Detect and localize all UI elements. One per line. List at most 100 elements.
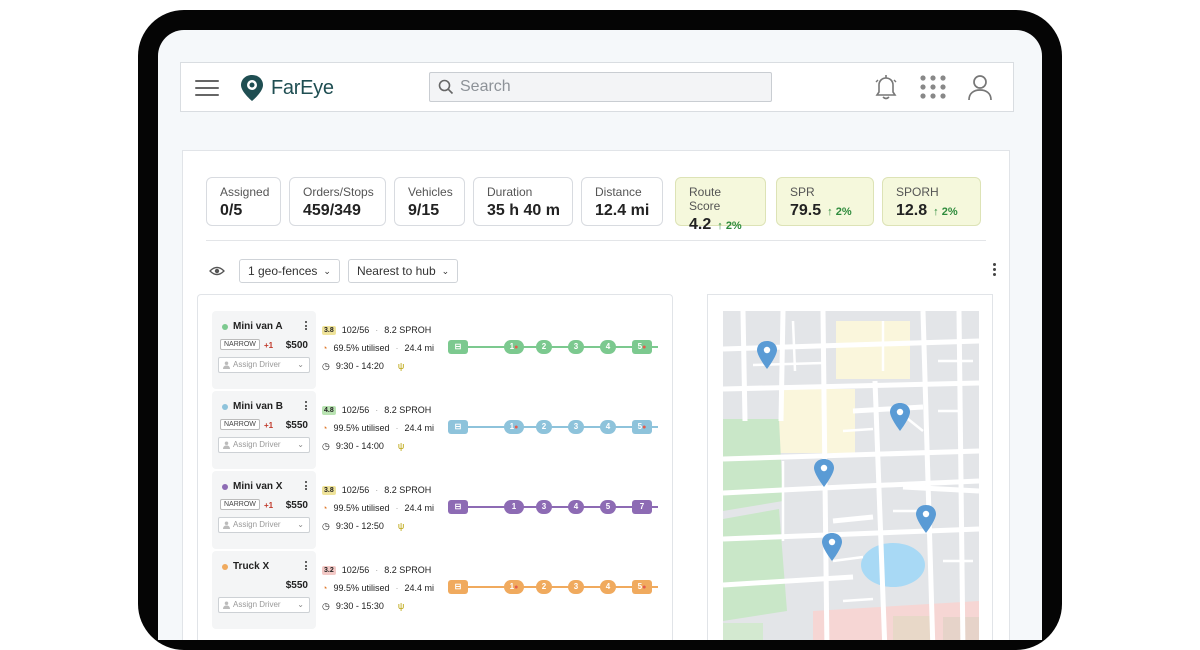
stat-label: Duration: [487, 185, 533, 199]
routes-list: Mini van A NARROW +1 $500 Assign Driver ⌄ 3.8 1…: [197, 294, 673, 640]
route-row[interactable]: Mini van B NARROW +1 $550 Assign Driver ⌄ 4.8 1…: [198, 391, 674, 469]
stop-node[interactable]: 3: [568, 340, 584, 354]
vehicle-card[interactable]: Mini van B NARROW +1 $550 Assign Driver ⌄: [212, 391, 316, 469]
user-icon: [223, 601, 230, 609]
route-timeline[interactable]: ⊟ 1● 2 3 4 5●: [448, 577, 658, 597]
user-profile-icon[interactable]: [967, 73, 993, 101]
clock-icon: ◷: [322, 520, 330, 531]
stop-node[interactable]: 2: [536, 420, 552, 434]
map-canvas[interactable]: [723, 311, 979, 640]
route-timeline[interactable]: ⊟ 1 3 4 5 7: [448, 497, 658, 517]
vehicle-card[interactable]: Mini van A NARROW +1 $500 Assign Driver ⌄: [212, 311, 316, 389]
stop-node[interactable]: 4: [568, 500, 584, 514]
assign-driver-placeholder: Assign Driver: [233, 360, 281, 369]
more-options-icon[interactable]: [993, 263, 997, 278]
utilisation-icon: ◔: [322, 583, 328, 593]
vehicle-card[interactable]: Truck X $550 Assign Driver ⌄: [212, 551, 316, 629]
route-row[interactable]: Mini van A NARROW +1 $500 Assign Driver ⌄ 3.8 1…: [198, 311, 674, 389]
eye-icon[interactable]: [209, 265, 225, 277]
stop-node[interactable]: 3: [536, 500, 552, 514]
route-timeline[interactable]: ⊟ 1● 2 3 4 5●: [448, 417, 658, 437]
assign-driver-select[interactable]: Assign Driver ⌄: [218, 597, 310, 613]
vehicle-color-dot: [222, 483, 228, 490]
vehicle-name: Mini van B: [233, 401, 284, 412]
stop-node[interactable]: 1●: [504, 340, 524, 354]
chevron-down-icon: ⌄: [297, 600, 304, 609]
vehicle-start-icon[interactable]: ⊟: [448, 340, 468, 354]
stat-label: Distance: [595, 185, 642, 199]
stop-node[interactable]: 5: [600, 500, 616, 514]
sproh-value: 8.2 SPROH: [384, 405, 432, 415]
vehicle-color-dot: [222, 403, 228, 410]
stat-label: Assigned: [220, 185, 270, 199]
stop-node[interactable]: 5●: [632, 580, 652, 594]
sort-dropdown-label: Nearest to hub: [356, 264, 436, 278]
stop-node[interactable]: 1●: [504, 580, 524, 594]
stop-node[interactable]: 4: [600, 340, 616, 354]
stat-vehicles: Vehicles 9/15: [394, 177, 465, 226]
route-row[interactable]: Mini van X NARROW +1 $550 Assign Driver ⌄ 3.8 1…: [198, 471, 674, 549]
clock-icon: ◷: [322, 360, 330, 371]
sort-dropdown[interactable]: Nearest to hub ⌄: [347, 259, 459, 283]
stop-node[interactable]: 1: [504, 500, 524, 514]
assign-driver-placeholder: Assign Driver: [233, 520, 281, 529]
timeline-line: [448, 586, 658, 588]
stop-node[interactable]: 3: [568, 580, 584, 594]
clock-icon: ◷: [322, 600, 330, 611]
search-icon: [438, 79, 454, 95]
stop-node[interactable]: 4: [600, 580, 616, 594]
time-window: 9:30 - 14:20: [335, 361, 384, 371]
map-view[interactable]: [707, 294, 993, 640]
route-row[interactable]: Truck X $550 Assign Driver ⌄ 3.2 102/56 · 8.2 S…: [198, 551, 674, 629]
vehicle-menu-icon[interactable]: [305, 401, 308, 412]
chevron-down-icon: ⌄: [323, 265, 331, 276]
divider: [206, 240, 986, 241]
bell-icon[interactable]: [873, 73, 899, 101]
vehicle-name: Truck X: [233, 561, 270, 572]
assign-driver-select[interactable]: Assign Driver ⌄: [218, 517, 310, 533]
apps-grid-icon[interactable]: [919, 74, 947, 100]
stop-node[interactable]: 1●: [504, 420, 524, 434]
stat-distance: Distance 12.4 mi: [581, 177, 663, 226]
utilisation: 99.5% utilised: [333, 583, 390, 593]
assign-driver-select[interactable]: Assign Driver ⌄: [218, 437, 310, 453]
search-bar[interactable]: [429, 72, 772, 102]
stop-node[interactable]: 7: [632, 500, 652, 514]
vehicle-menu-icon[interactable]: [305, 321, 308, 332]
brand-logo[interactable]: FarEye: [237, 73, 334, 103]
stop-node[interactable]: 3: [568, 420, 584, 434]
brand-name: FarEye: [271, 76, 334, 99]
stop-node[interactable]: 5●: [632, 420, 652, 434]
route-distance: 24.4 mi: [404, 583, 434, 593]
route-score-badge: 3.8: [322, 485, 336, 495]
stat-assigned: Assigned 0/5: [206, 177, 281, 226]
search-input[interactable]: [460, 78, 740, 96]
stat-delta: 2%: [835, 206, 852, 218]
sproh-value: 8.2 SPROH: [384, 565, 432, 575]
arrow-up-icon: ↑: [827, 206, 833, 218]
vehicle-start-icon[interactable]: ⊟: [448, 580, 468, 594]
top-navigation-bar: FarEye: [180, 62, 1014, 112]
vehicle-price: $550: [285, 420, 308, 431]
stat-label: Vehicles: [408, 185, 453, 199]
stat-duration: Duration 35 h 40 m: [473, 177, 573, 226]
assign-driver-select[interactable]: Assign Driver ⌄: [218, 357, 310, 373]
stop-node[interactable]: 4: [600, 420, 616, 434]
geofence-dropdown[interactable]: 1 geo-fences ⌄: [239, 259, 340, 283]
vehicle-start-icon[interactable]: ⊟: [448, 420, 468, 434]
route-timeline[interactable]: ⊟ 1● 2 3 4 5●: [448, 337, 658, 357]
stop-node[interactable]: 5●: [632, 340, 652, 354]
vehicle-card[interactable]: Mini van X NARROW +1 $550 Assign Driver ⌄: [212, 471, 316, 549]
vehicle-start-icon[interactable]: ⊟: [448, 500, 468, 514]
stat-value: 12.8: [896, 202, 928, 219]
stat-delta: 2%: [941, 206, 958, 218]
vehicle-menu-icon[interactable]: [305, 561, 308, 572]
vehicle-menu-icon[interactable]: [305, 481, 308, 492]
vehicle-price: $500: [285, 340, 308, 351]
route-info: 4.8 102/56 · 8.2 SPROH ◔ 99.5% utilised · 24.4 …: [322, 405, 434, 451]
orders-stops: 102/56: [341, 405, 370, 415]
stop-node[interactable]: 2: [536, 340, 552, 354]
route-info: 3.8 102/56 · 8.2 SPROH ◔ 69.5% utilised · 24.4 …: [322, 325, 434, 371]
stop-node[interactable]: 2: [536, 580, 552, 594]
hamburger-menu-icon[interactable]: [195, 80, 219, 96]
